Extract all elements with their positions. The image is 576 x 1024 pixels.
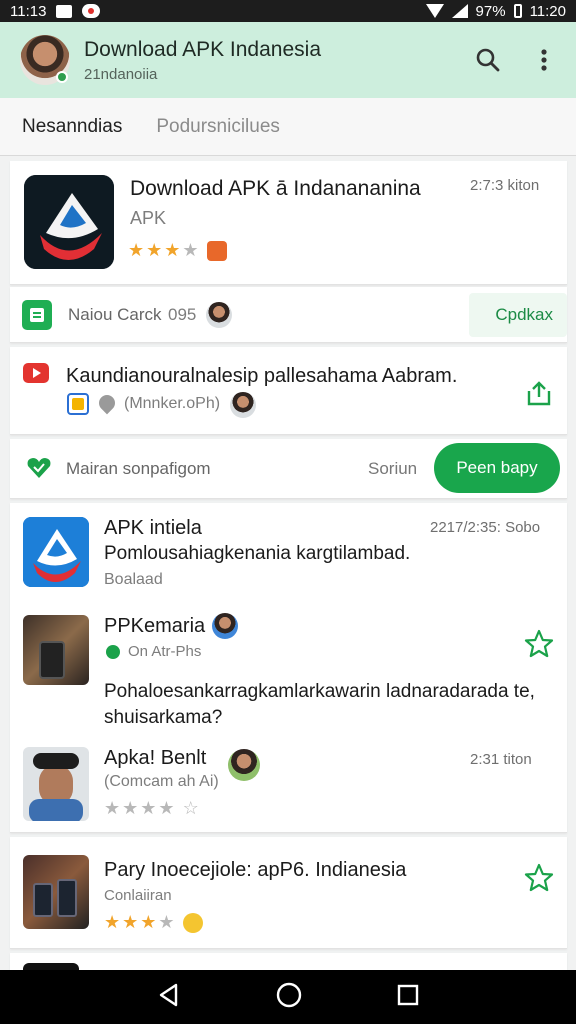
- heart-check-icon: [26, 457, 52, 484]
- promo-meta: (Mnnker.oPh): [124, 395, 221, 412]
- home-icon[interactable]: [275, 981, 303, 1014]
- status-time-right: 11:20: [529, 2, 566, 20]
- star-icon: ★: [122, 912, 139, 932]
- featured-app-icon: [24, 175, 114, 269]
- star-icon: ★: [122, 798, 139, 818]
- tab-news[interactable]: Nesanndias: [22, 116, 122, 138]
- recents-icon[interactable]: [396, 983, 420, 1012]
- wifi-icon: [425, 4, 444, 18]
- news-code: 095: [168, 305, 197, 324]
- news-label: Naiou Carck: [68, 305, 162, 324]
- news-action-button[interactable]: Cpdkax: [469, 293, 567, 337]
- online-status-icon: [56, 71, 68, 83]
- list-item-meta: Conlaiiran: [104, 887, 172, 904]
- list-item-time: 2:31 titon: [470, 751, 532, 768]
- party-rating: ★ ★ ★ ★: [104, 913, 203, 933]
- list-item-name: PPKemaria: [104, 615, 206, 637]
- youtube-icon: [23, 363, 49, 383]
- star-icon: ★: [128, 240, 145, 260]
- featured-app-tag: APK: [130, 208, 167, 228]
- star-icon: ★: [164, 240, 181, 260]
- app-bar: Download APK Indanesia 21ndanoiia: [0, 22, 576, 98]
- battery-percent: 97%: [475, 2, 506, 20]
- emoji-icon: [182, 913, 203, 933]
- navigation-bar: [0, 970, 576, 1024]
- apka-rating: ★ ★ ★ ★ ☆: [104, 799, 199, 817]
- star-icon: ★: [158, 798, 175, 818]
- star-icon: ★: [158, 912, 175, 932]
- more-vert-icon[interactable]: [528, 44, 560, 76]
- star-icon: ☆: [182, 798, 199, 818]
- apka-benlt-thumbnail: [23, 747, 89, 821]
- star-icon: ★: [140, 912, 157, 932]
- verified-avatar: [212, 613, 238, 639]
- list-item-name: APK intiela: [104, 517, 202, 539]
- filter-label: Mairan sonpafigom: [66, 459, 211, 478]
- search-icon[interactable]: [472, 44, 504, 76]
- star-icon: ★: [140, 798, 157, 818]
- next-app-thumbnail: [23, 963, 79, 970]
- status-bar: 11:13 97% 11:20: [0, 0, 576, 22]
- app-title: Download APK Indanesia: [84, 37, 321, 61]
- featured-rating: ★ ★ ★ ★: [128, 241, 227, 261]
- list-item-status: Boalaad: [104, 571, 163, 588]
- notification-icon: [56, 4, 73, 18]
- apk-app-icon: [23, 517, 89, 587]
- ppkemaria-thumbnail: [23, 615, 89, 685]
- filter-row: Mairan sonpafigom Soriun Peen bapy: [10, 439, 567, 499]
- list-item-comment: Pohaloesankarragkamlarkawarin ladnaradar…: [104, 681, 535, 728]
- apka-avatar: [228, 749, 260, 781]
- list-item-name: Pary Inoecejiole: apP6. Indianesia: [104, 859, 407, 881]
- star-icon: ★: [104, 798, 121, 818]
- featured-app-name: Download APK ā Indanananina: [130, 177, 421, 200]
- news-row[interactable]: Naiou Carck 095 Cpdkax: [10, 287, 567, 343]
- award-badge-icon: [206, 241, 227, 261]
- sort-button[interactable]: Soriun: [368, 459, 417, 479]
- list-item-time: 2217/2:35: Sobo: [430, 519, 541, 536]
- app-store-icon: [67, 393, 89, 415]
- favorite-star-icon[interactable]: [524, 629, 554, 664]
- list-item-name: Apka! Benlt: [104, 747, 207, 769]
- signal-icon: [451, 4, 468, 18]
- star-icon: ★: [146, 240, 163, 260]
- promo-card[interactable]: Kaundianouralnalesip pallesahama Aabram.…: [10, 347, 567, 435]
- location-icon: [95, 391, 119, 415]
- app-subtitle: 21ndanoiia: [84, 65, 158, 83]
- list-item-meta: (Comcam ah Ai): [104, 773, 219, 790]
- list-item-desc: Pomlousahiagkenania kargtilambad.: [104, 543, 411, 564]
- news-action-label: Cpdkax: [495, 305, 553, 324]
- party-app-thumbnail: [23, 855, 89, 929]
- news-app-icon: [22, 300, 52, 330]
- star-icon: ★: [104, 912, 121, 932]
- news-avatar: [206, 302, 232, 328]
- share-icon[interactable]: [525, 379, 553, 412]
- featured-app-card[interactable]: Download APK ā Indanananina 2:7:3 kiton …: [10, 161, 567, 285]
- battery-icon: [513, 4, 522, 18]
- back-icon[interactable]: [156, 982, 182, 1013]
- favorite-star-icon[interactable]: [524, 863, 554, 898]
- check-icon: [106, 645, 120, 659]
- promo-avatar: [230, 392, 256, 418]
- open-app-button[interactable]: Peen bapy: [434, 443, 560, 493]
- list-item[interactable]: [10, 953, 567, 970]
- featured-app-time: 2:7:3 kiton: [470, 177, 540, 194]
- tab-products[interactable]: Podursnicilues: [156, 116, 280, 138]
- profile-avatar[interactable]: [20, 35, 70, 85]
- list-item[interactable]: Pary Inoecejiole: apP6. Indianesia Conla…: [10, 837, 567, 949]
- list-item-meta: On Atr-Phs: [128, 643, 202, 660]
- star-icon: ★: [182, 240, 199, 260]
- app-list: APK intiela 2217/2:35: Sobo Pomlousahiag…: [10, 503, 567, 833]
- promo-text: Kaundianouralnalesip pallesahama Aabram.: [66, 365, 458, 387]
- youtube-notification-icon: [82, 4, 101, 18]
- status-time-left: 11:13: [10, 2, 47, 20]
- tab-bar: Nesanndias Podursnicilues: [0, 98, 576, 156]
